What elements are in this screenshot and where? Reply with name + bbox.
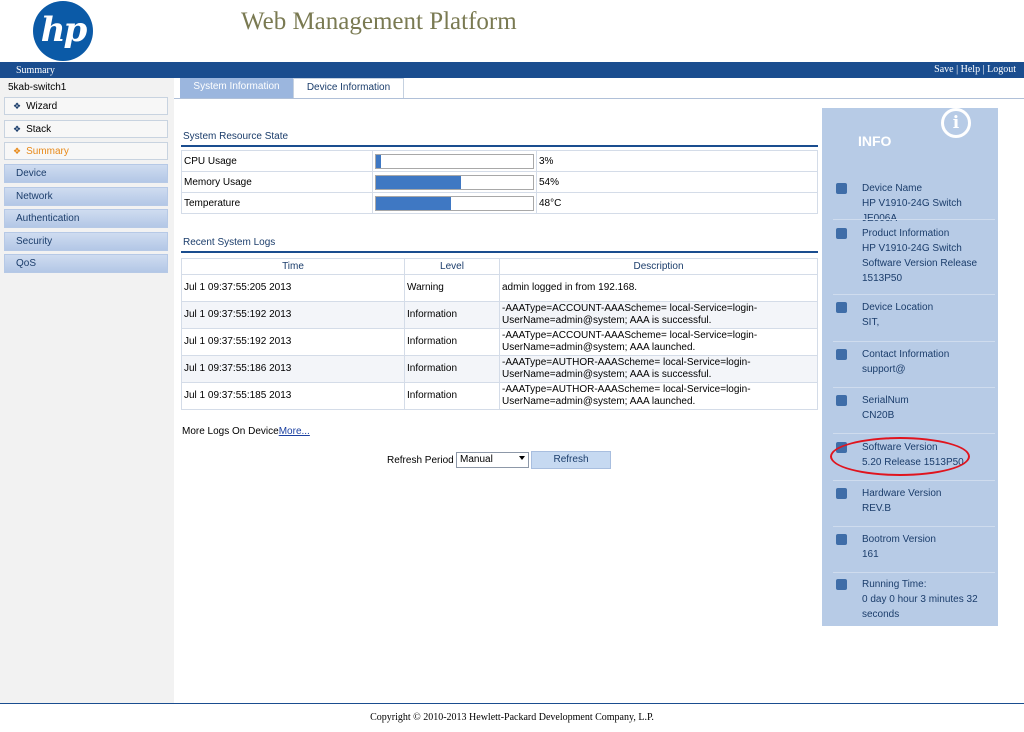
refresh-period-label: Refresh Period (387, 455, 454, 466)
resource-row: Memory Usage 54% (181, 171, 818, 193)
logs-table: Time Level Description Jul 1 09:37:55:20… (181, 258, 818, 410)
log-time: Jul 1 09:37:55:192 2013 (181, 301, 405, 329)
bar-fill (376, 175, 461, 189)
hp-logo: hp (33, 1, 93, 61)
hardware-icon (836, 488, 847, 499)
diamond-icon: ❖ (13, 124, 22, 134)
section-divider (181, 251, 818, 253)
table-row: Jul 1 09:37:55:192 2013 Information -AAA… (181, 328, 818, 356)
logout-link[interactable]: Logout (987, 64, 1016, 75)
contact-icon (836, 349, 847, 360)
info-title: INFO (858, 133, 892, 149)
info-icon: i (941, 108, 971, 138)
log-description: admin logged in from 192.168. (499, 274, 818, 302)
log-level: Warning (404, 274, 500, 302)
sidebar-group-device[interactable]: Device (4, 164, 168, 183)
footer-divider (0, 703, 1024, 704)
cpu-usage-bar (375, 153, 534, 169)
table-row: Jul 1 09:37:55:192 2013 Information -AAA… (181, 301, 818, 329)
table-row: Jul 1 09:37:55:185 2013 Information -AAA… (181, 382, 818, 410)
sidebar-group-qos[interactable]: QoS (4, 254, 168, 273)
top-links: Save | Help | Logout (934, 64, 1016, 75)
more-logs: More Logs On DeviceMore... (182, 426, 310, 437)
refresh-period-select[interactable]: Manual (456, 452, 529, 468)
resource-table: CPU Usage 3% Memory Usage 54% Temperatur… (181, 150, 818, 214)
column-header-level: Level (404, 258, 500, 275)
breadcrumb: Summary (16, 65, 55, 76)
sidebar-group-network[interactable]: Network (4, 187, 168, 206)
column-header-time: Time (181, 258, 405, 275)
log-description: -AAAType=ACCOUNT-AAAScheme= local-Servic… (499, 301, 818, 329)
table-row: Jul 1 09:37:55:205 2013 Warning admin lo… (181, 274, 818, 302)
resource-label: Temperature (181, 192, 373, 214)
resource-section-title: System Resource State (183, 131, 289, 142)
resource-row: CPU Usage 3% (181, 150, 818, 172)
tab-system-information[interactable]: System Information (180, 78, 293, 98)
table-row: Jul 1 09:37:55:186 2013 Information -AAA… (181, 355, 818, 383)
log-level: Information (404, 355, 500, 383)
diamond-icon: ❖ (13, 101, 22, 111)
memory-usage-bar (375, 174, 534, 190)
log-time: Jul 1 09:37:55:186 2013 (181, 355, 405, 383)
resource-label: CPU Usage (181, 150, 373, 172)
log-time: Jul 1 09:37:55:205 2013 (181, 274, 405, 302)
bar-fill (376, 154, 381, 168)
log-level: Information (404, 301, 500, 329)
log-description: -AAAType=AUTHOR-AAAScheme= local-Service… (499, 382, 818, 410)
section-divider (181, 145, 818, 147)
resource-row: Temperature 48°C (181, 192, 818, 214)
save-link[interactable]: Save (934, 64, 953, 75)
log-time: Jul 1 09:37:55:192 2013 (181, 328, 405, 356)
device-icon (836, 183, 847, 194)
logs-section-title: Recent System Logs (183, 237, 276, 248)
top-nav-bar (0, 62, 1024, 78)
log-level: Information (404, 382, 500, 410)
sidebar-item-summary[interactable]: ❖ Summary (4, 142, 168, 160)
location-icon (836, 302, 847, 313)
log-description: -AAAType=AUTHOR-AAAScheme= local-Service… (499, 355, 818, 383)
device-name[interactable]: 5kab-switch1 (8, 82, 66, 93)
column-header-description: Description (499, 258, 818, 275)
refresh-button[interactable]: Refresh (531, 451, 611, 469)
more-logs-link[interactable]: More... (279, 426, 310, 437)
tab-device-information[interactable]: Device Information (293, 78, 404, 98)
diamond-icon: ❖ (13, 146, 22, 156)
sidebar-item-stack[interactable]: ❖ Stack (4, 120, 168, 138)
log-level: Information (404, 328, 500, 356)
highlight-ellipse (830, 437, 970, 476)
help-link[interactable]: Help (961, 64, 980, 75)
sidebar-group-authentication[interactable]: Authentication (4, 209, 168, 228)
temperature-bar (375, 195, 534, 211)
resource-label: Memory Usage (181, 171, 373, 193)
log-time: Jul 1 09:37:55:185 2013 (181, 382, 405, 410)
sidebar-item-wizard[interactable]: ❖ Wizard (4, 97, 168, 115)
table-header-row: Time Level Description (181, 258, 818, 275)
bar-fill (376, 196, 452, 210)
log-description: -AAAType=ACCOUNT-AAAScheme= local-Servic… (499, 328, 818, 356)
bootrom-icon (836, 534, 847, 545)
product-icon (836, 228, 847, 239)
resource-value: 3% (536, 150, 818, 172)
sidebar-group-security[interactable]: Security (4, 232, 168, 251)
app-title: Web Management Platform (241, 8, 517, 35)
serial-icon (836, 395, 847, 406)
resource-value: 54% (536, 171, 818, 193)
clock-icon (836, 579, 847, 590)
footer-copyright: Copyright © 2010-2013 Hewlett-Packard De… (370, 712, 654, 723)
chevron-down-icon (519, 456, 525, 460)
resource-value: 48°C (536, 192, 818, 214)
